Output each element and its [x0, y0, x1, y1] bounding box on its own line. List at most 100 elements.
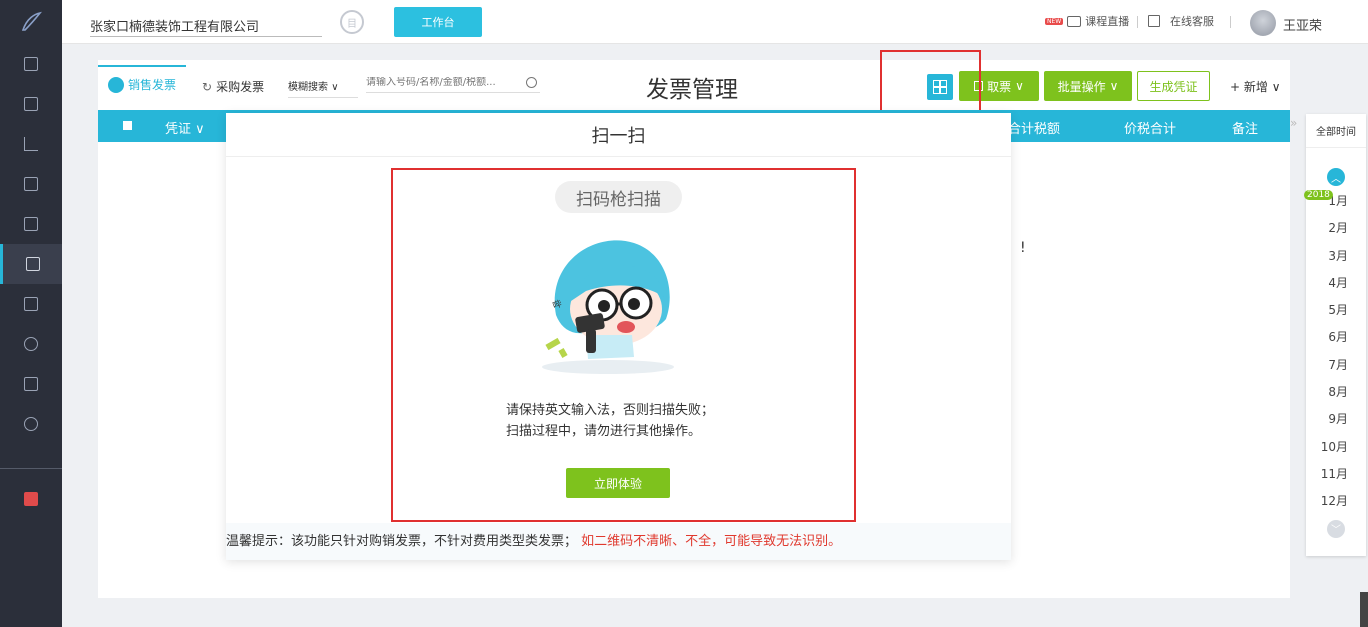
calendar-icon — [24, 217, 38, 231]
toolbar: 销售发票 ↻ 采购发票 模糊搜索 ∨ 发票管理 取票 ∨ 批量操作 ∨ 生成凭证… — [98, 50, 1290, 132]
top-bar: 张家口楠德装饰工程有限公司 目 工作台 NEW 课程直播 在线客服 王亚荣 — [62, 0, 1368, 44]
scrollbar[interactable] — [1360, 592, 1368, 627]
month-item[interactable]: 6月 — [1306, 324, 1366, 351]
sidebar-item-invoice[interactable] — [0, 244, 62, 284]
tab-sales-invoice[interactable]: 销售发票 — [98, 65, 186, 102]
company-selector[interactable]: 张家口楠德装饰工程有限公司 — [90, 16, 322, 37]
left-sidebar — [0, 0, 62, 627]
online-service-link[interactable]: 在线客服 — [1148, 13, 1214, 29]
tab-purchase-invoice[interactable]: ↻ 采购发票 — [202, 78, 264, 95]
chevron-down-icon: ∨ — [1271, 80, 1281, 94]
month-filter-panel: 全部时间 ︿ 2018 1月 2月 3月 4月 5月 6月 7月 8月 9月 10月 11月 12月 … — [1304, 114, 1366, 556]
chevron-down-icon: ∨ — [1109, 79, 1119, 93]
coins-icon — [24, 337, 38, 351]
tv-icon — [1067, 15, 1082, 27]
scan-qr-button[interactable] — [927, 74, 953, 100]
column-price-total: 价税合计 — [1124, 122, 1177, 137]
scanner-mascot-illustration: 哔 — [542, 240, 674, 374]
online-service-label: 在线客服 — [1170, 15, 1214, 28]
workbench-button[interactable]: 工作台 — [394, 7, 482, 37]
month-item[interactable]: 5月 — [1306, 297, 1366, 324]
fetch-invoice-button[interactable]: 取票 ∨ — [959, 71, 1039, 101]
scan-gun-label: 扫码枪扫描 — [555, 181, 682, 213]
scan-modal: 扫一扫 扫码枪扫描 哔 请保持英文输入法，否则扫描失败； 扫描过程中，请勿进行其… — [226, 113, 1011, 560]
divider — [1137, 16, 1138, 28]
generate-voucher-button[interactable]: 生成凭证 — [1137, 71, 1210, 101]
notice-warning: 如二维码不清晰、不全，可能导致无法识别。 — [581, 534, 842, 549]
live-course-link[interactable]: NEW 课程直播 — [1045, 13, 1129, 29]
tab-sales-label: 销售发票 — [127, 78, 176, 92]
chart-icon — [24, 137, 38, 151]
try-now-button[interactable]: 立即体验 — [566, 468, 670, 498]
add-new-label: + 新增 — [1230, 80, 1268, 94]
chevron-down-icon[interactable]: ﹀ — [1327, 519, 1345, 538]
chevron-down-icon: ∨ — [331, 82, 339, 93]
sidebar-item-settings[interactable] — [0, 404, 62, 444]
batch-label: 批量操作 — [1057, 79, 1106, 94]
notice-bar: 温馨提示：该功能只针对购销发票，不针对费用类型类发票； 如二维码不清晰、不全，可… — [226, 523, 1011, 560]
empty-state-text: ! — [1020, 240, 1026, 256]
sidebar-item-trash[interactable] — [0, 479, 62, 519]
page-title: 发票管理 — [646, 77, 738, 103]
column-remark: 备注 — [1232, 122, 1259, 137]
column-voucher[interactable]: 凭证 ∨ — [165, 118, 205, 137]
live-course-label: 课程直播 — [1085, 15, 1130, 28]
sidebar-item-chart[interactable] — [0, 124, 62, 164]
divider — [1230, 16, 1231, 28]
tip-line-2: 扫描过程中，请勿进行其他操作。 — [506, 424, 702, 439]
tab-purchase-label: 采购发票 — [216, 80, 265, 94]
report-icon — [24, 377, 38, 391]
new-badge: NEW — [1045, 17, 1064, 25]
month-item[interactable]: 7月 — [1306, 352, 1366, 379]
invoice-icon — [25, 257, 40, 271]
sales-icon — [107, 76, 124, 93]
all-time-button[interactable]: 全部时间 — [1306, 114, 1366, 148]
list-icon — [24, 57, 38, 71]
fuzzy-search-label: 模糊搜索 — [288, 82, 328, 93]
avatar[interactable] — [1250, 10, 1276, 36]
sidebar-item-calendar[interactable] — [0, 204, 62, 244]
sidebar-divider — [0, 468, 62, 469]
chevron-up-icon[interactable]: ︿ — [1327, 168, 1345, 186]
batch-operation-button[interactable]: 批量操作 ∨ — [1044, 71, 1132, 101]
search-icon[interactable] — [526, 77, 537, 88]
month-item[interactable]: 4月 — [1306, 270, 1366, 297]
notice-text: 温馨提示：该功能只针对购销发票，不针对费用类型类发票； — [226, 534, 578, 549]
month-item[interactable]: 3月 — [1306, 243, 1366, 270]
chevron-down-icon: ∨ — [195, 122, 205, 137]
settings-icon — [24, 417, 38, 431]
building-icon — [24, 177, 38, 191]
month-item[interactable]: 12月 — [1306, 488, 1366, 515]
sidebar-item-list[interactable] — [0, 44, 62, 84]
month-item[interactable]: 9月 — [1306, 406, 1366, 433]
sidebar-item-ledger[interactable] — [0, 84, 62, 124]
expand-double-chevron-icon[interactable]: » — [1290, 116, 1297, 130]
month-item[interactable]: 2月 — [1306, 215, 1366, 242]
year-badge[interactable]: 2018 — [1304, 190, 1333, 200]
trash-icon — [24, 492, 38, 506]
tip-line-1: 请保持英文输入法，否则扫描失败； — [506, 403, 715, 418]
month-list: 1月 2月 3月 4月 5月 6月 7月 8月 9月 10月 11月 12月 — [1306, 188, 1366, 516]
chevron-down-icon: ∨ — [1015, 79, 1024, 93]
select-all-checkbox[interactable] — [123, 121, 132, 130]
app-logo-icon[interactable] — [0, 0, 62, 44]
document-icon[interactable]: 目 — [340, 10, 364, 34]
add-new-button[interactable]: + 新增 ∨ — [1230, 78, 1281, 95]
fetch-icon — [974, 81, 984, 91]
book-icon — [1148, 15, 1160, 27]
column-total-tax: 合计税额 — [1008, 122, 1061, 137]
fuzzy-search-select[interactable]: 模糊搜索 ∨ — [288, 78, 358, 98]
sidebar-item-report[interactable] — [0, 364, 62, 404]
column-voucher-label: 凭证 — [165, 122, 192, 137]
month-item[interactable]: 10月 — [1306, 434, 1366, 461]
fetch-label: 取票 — [987, 79, 1012, 94]
modal-title: 扫一扫 — [226, 113, 1011, 157]
image-icon — [24, 297, 38, 311]
sidebar-item-image[interactable] — [0, 284, 62, 324]
username[interactable]: 王亚荣 — [1283, 15, 1322, 34]
sidebar-item-coins[interactable] — [0, 324, 62, 364]
month-item[interactable]: 11月 — [1306, 461, 1366, 488]
sidebar-item-building[interactable] — [0, 164, 62, 204]
search-input[interactable] — [366, 77, 540, 93]
month-item[interactable]: 8月 — [1306, 379, 1366, 406]
